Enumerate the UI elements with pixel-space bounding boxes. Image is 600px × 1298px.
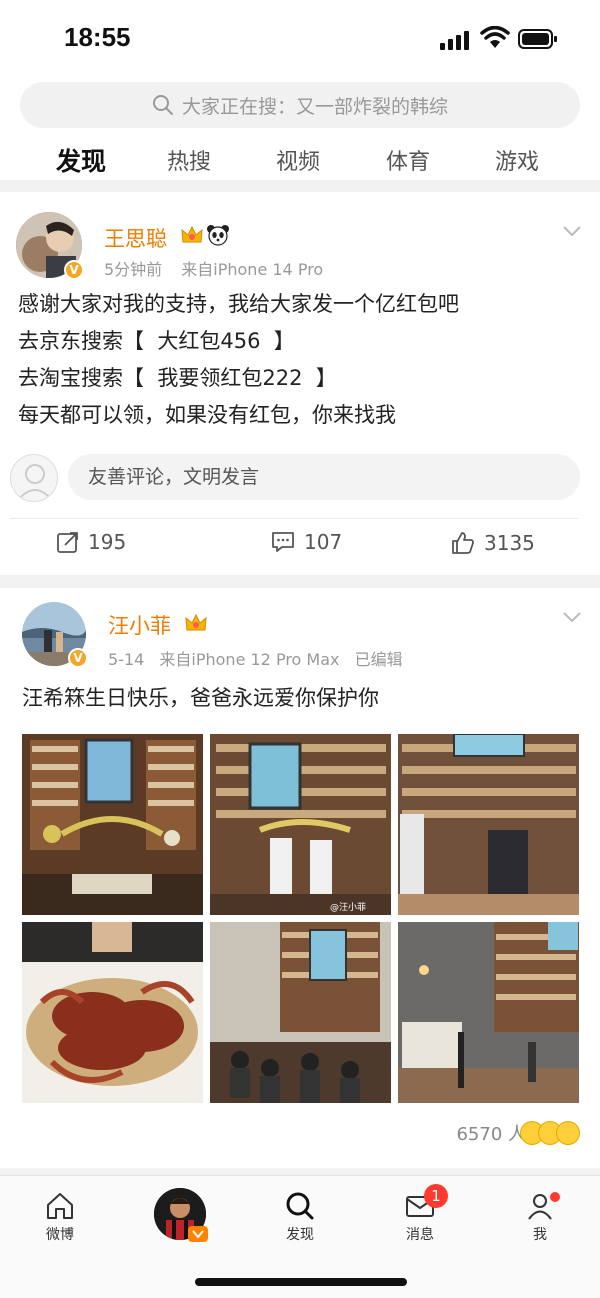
post-body: 感谢大家对我的支持，我给大家发一个亿红包吧 去京东搜索【 大红包456 】 去淘… xyxy=(18,286,459,434)
photo[interactable] xyxy=(22,734,203,915)
tab-games[interactable]: 游戏 xyxy=(495,144,539,176)
nav-home[interactable]: 微博 xyxy=(30,1190,90,1244)
tab-discover[interactable]: 发现 xyxy=(56,142,106,178)
surprised-emoji-icon xyxy=(556,1121,580,1145)
photo[interactable] xyxy=(398,922,579,1103)
photo[interactable] xyxy=(22,922,203,1103)
tab-sports[interactable]: 体育 xyxy=(386,144,430,176)
nav-messages[interactable]: 消息 1 xyxy=(390,1184,450,1244)
post-source: 来自iPhone 14 Pro xyxy=(181,260,324,279)
post-body: 汪希箖生日快乐，爸爸永远爱你保护你 xyxy=(22,686,379,710)
panda-icon xyxy=(207,225,229,246)
chevron-down-icon[interactable] xyxy=(562,224,582,238)
photo[interactable] xyxy=(398,734,579,915)
home-indicator[interactable] xyxy=(195,1278,407,1286)
crown-icon xyxy=(185,613,207,631)
comment-row: 友善评论，文明发言 xyxy=(10,454,582,502)
status-time: 18:55 xyxy=(64,22,131,52)
photo[interactable] xyxy=(210,922,391,1103)
status-bar: 18:55 xyxy=(0,0,600,78)
crown-icon xyxy=(181,225,203,243)
thumbs-up-icon xyxy=(452,532,474,554)
post-line: 去京东搜索【 大红包456 】 xyxy=(18,329,295,353)
repost-icon xyxy=(57,532,78,553)
verified-badge-icon: V xyxy=(68,648,88,668)
comment-button[interactable]: 107 xyxy=(270,530,342,554)
repost-button[interactable]: 195 xyxy=(56,530,126,554)
discover-search-icon xyxy=(286,1192,314,1220)
search-placeholder: 大家正在搜：又一部炸裂的韩综 xyxy=(181,95,448,118)
divider xyxy=(10,518,578,519)
nav-me-label: 我 xyxy=(533,1227,547,1243)
photo[interactable]: @汪小菲 xyxy=(210,734,391,915)
notification-dot xyxy=(550,1192,560,1202)
repost-count: 195 xyxy=(88,530,127,554)
tab-bar: 发现 热搜 视频 体育 游戏 xyxy=(0,140,600,180)
like-count: 3135 xyxy=(484,531,535,555)
nav-home-label: 微博 xyxy=(46,1227,74,1243)
battery-icon xyxy=(518,29,557,49)
post-card: V 王思聪 5分钟前 来自iPhone 14 Pro 感谢大家对我的支持，我给大… xyxy=(0,192,600,575)
wifi-icon xyxy=(480,26,510,48)
nav-discover[interactable]: 发现 xyxy=(270,1190,330,1244)
photo-watermark: @汪小菲 xyxy=(330,901,366,913)
nav-video-avatar[interactable] xyxy=(150,1188,210,1242)
reaction-count: 6570 人 xyxy=(456,1124,526,1145)
post-line: 去淘宝搜索【 我要领红包222 】 xyxy=(18,366,337,390)
edited-label: 已编辑 xyxy=(354,650,403,669)
post-line: 感谢大家对我的支持，我给大家发一个亿红包吧 xyxy=(18,292,459,316)
header: 大家正在搜：又一部炸裂的韩综 发现 热搜 视频 体育 游戏 xyxy=(0,78,600,180)
comment-icon xyxy=(272,532,294,552)
comment-input[interactable]: 友善评论，文明发言 xyxy=(68,454,580,500)
post-time: 5分钟前 xyxy=(104,260,163,279)
post-card: V 汪小菲 5-14 来自iPhone 12 Pro Max 已编辑 汪希箖生日… xyxy=(0,588,600,1168)
comment-count: 107 xyxy=(304,530,343,554)
post-author[interactable]: 王思聪 xyxy=(104,223,167,253)
post-line: 每天都可以领，如果没有红包，你来找我 xyxy=(18,403,396,427)
signal-icon xyxy=(440,30,470,50)
bottom-nav: 微博 发现 消息 1 我 xyxy=(0,1175,600,1298)
user-avatar xyxy=(10,454,58,502)
tab-video[interactable]: 视频 xyxy=(276,144,320,176)
chevron-down-icon[interactable] xyxy=(562,610,582,624)
live-badge-icon xyxy=(188,1226,208,1242)
unread-badge: 1 xyxy=(424,1184,448,1208)
search-icon xyxy=(152,95,173,115)
post-author[interactable]: 汪小菲 xyxy=(108,610,171,640)
post-date: 5-14 xyxy=(108,650,145,669)
home-icon xyxy=(47,1193,73,1219)
nav-discover-label: 发现 xyxy=(286,1227,314,1243)
reactions[interactable]: 6570 人 xyxy=(456,1120,580,1146)
like-button[interactable]: 3135 xyxy=(450,530,535,556)
search-input[interactable]: 大家正在搜：又一部炸裂的韩综 xyxy=(20,82,580,128)
verified-badge-icon: V xyxy=(64,260,84,280)
post-source: 来自iPhone 12 Pro Max xyxy=(159,650,340,669)
nav-messages-label: 消息 xyxy=(406,1227,434,1243)
tab-hot-search[interactable]: 热搜 xyxy=(167,144,211,176)
nav-me[interactable]: 我 xyxy=(510,1190,570,1244)
